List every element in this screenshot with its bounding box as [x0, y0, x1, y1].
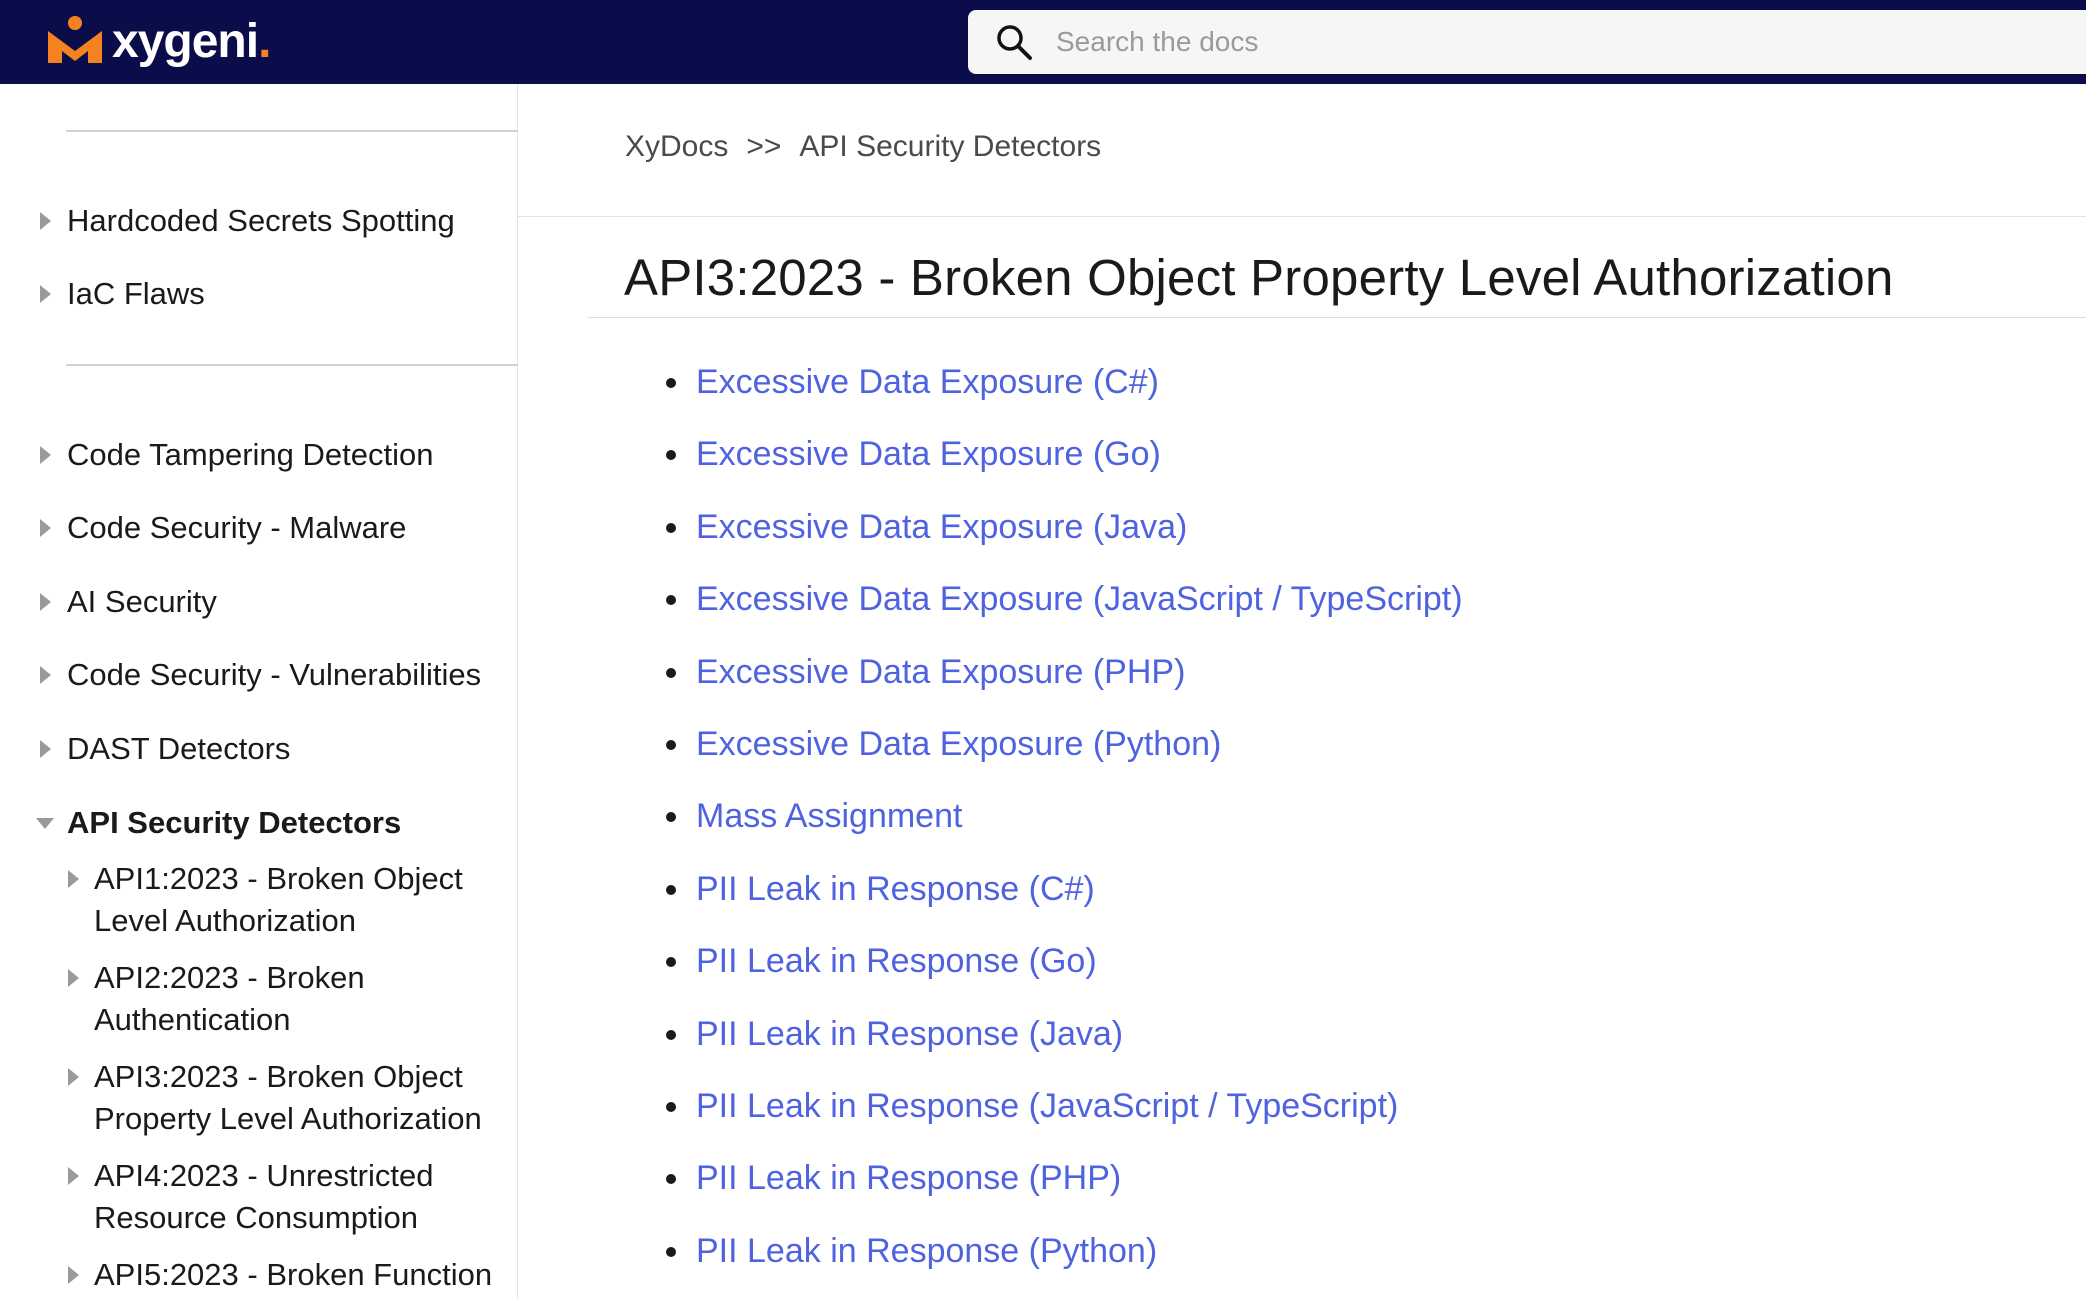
title-divider [588, 317, 2086, 318]
detector-link[interactable]: Excessive Data Exposure (Python) [696, 720, 1221, 768]
caret-right-icon [40, 593, 51, 611]
search-input[interactable] [1056, 26, 1956, 58]
sidebar-subitem-label: API5:2023 - Broken Function [94, 1257, 493, 1292]
logo-text: xygeni. [112, 15, 271, 68]
top-bar: xygeni. [0, 0, 2086, 84]
bullet-icon [666, 884, 676, 895]
breadcrumb-current: API Security Detectors [799, 130, 1102, 163]
detector-link[interactable]: PII Leak in Response (JavaScript / TypeS… [696, 1082, 1398, 1130]
sidebar: Hardcoded Secrets Spotting IaC Flaws Cod… [0, 84, 518, 1298]
caret-right-icon [68, 969, 79, 987]
sidebar-subitem-label: API3:2023 - Broken Object Property Level … [94, 1059, 482, 1136]
caret-right-icon [68, 1167, 79, 1185]
detector-link[interactable]: PII Leak in Response (Go) [696, 937, 1097, 985]
xygeni-logo[interactable]: xygeni. [44, 12, 271, 72]
sidebar-subitem-label: API2:2023 - Broken Authentication [94, 960, 365, 1037]
search-icon [997, 25, 1032, 60]
sidebar-item-label: IaC Flaws [67, 276, 205, 311]
detector-link[interactable]: PII Leak in Response (C#) [696, 865, 1095, 913]
bullet-icon [666, 739, 676, 750]
bullet-icon [666, 595, 676, 606]
sidebar-divider [66, 130, 518, 132]
detector-link[interactable]: Excessive Data Exposure (PHP) [696, 648, 1185, 696]
sidebar-item-label: Hardcoded Secrets Spotting [67, 203, 455, 238]
caret-down-icon [36, 818, 54, 829]
sidebar-divider [66, 364, 518, 366]
sidebar-item-label: AI Security [67, 584, 217, 619]
bullet-icon [666, 1101, 676, 1112]
caret-right-icon [40, 212, 51, 230]
bullet-icon [666, 1029, 676, 1040]
breadcrumb: XyDocs >> API Security Detectors [625, 130, 1101, 164]
sidebar-item-label: Code Tampering Detection [67, 437, 434, 472]
bullet-icon [666, 1246, 676, 1257]
detector-link[interactable]: Excessive Data Exposure (Java) [696, 503, 1187, 551]
breadcrumb-divider [518, 216, 2086, 217]
bullet-icon [666, 450, 676, 461]
sidebar-subitem-label: API1:2023 - Broken Object Level Authoriza… [94, 861, 463, 938]
caret-right-icon [68, 1266, 79, 1284]
caret-right-icon [40, 519, 51, 537]
caret-right-icon [68, 1068, 79, 1086]
breadcrumb-separator: >> [746, 130, 782, 163]
sidebar-item-label: API Security Detectors [67, 805, 402, 840]
caret-right-icon [68, 870, 79, 888]
detector-link[interactable]: PII Leak in Response (Python) [696, 1227, 1157, 1275]
search-box[interactable] [968, 10, 2086, 74]
caret-right-icon [40, 740, 51, 758]
detector-link[interactable]: Excessive Data Exposure (C#) [696, 358, 1159, 406]
detector-link[interactable]: PII Leak in Response (PHP) [696, 1154, 1121, 1202]
page-title: API3:2023 - Broken Object Property Level… [624, 249, 1894, 306]
caret-right-icon [40, 446, 51, 464]
bullet-icon [666, 378, 676, 388]
detector-link[interactable]: PII Leak in Response (Java) [696, 1010, 1123, 1058]
caret-right-icon [40, 285, 51, 303]
breadcrumb-root-link[interactable]: XyDocs [625, 130, 728, 163]
detector-link[interactable]: Excessive Data Exposure (Go) [696, 430, 1161, 478]
bullet-icon [666, 522, 676, 533]
bullet-icon [666, 667, 676, 678]
bullet-icon [666, 812, 676, 823]
bullet-icon [666, 1174, 676, 1185]
detector-link[interactable]: Excessive Data Exposure (JavaScript / Ty… [696, 575, 1463, 623]
sidebar-item-label: Code Security - Malware [67, 510, 407, 545]
caret-right-icon [40, 666, 51, 684]
sidebar-item-label: Code Security - Vulnerabilities [67, 657, 482, 692]
logo-mark-icon [48, 16, 102, 63]
detector-link[interactable]: Mass Assignment [696, 792, 962, 840]
sidebar-item-label: DAST Detectors [67, 731, 291, 766]
bullet-icon [666, 957, 676, 968]
sidebar-subitem-label: API4:2023 - Unrestricted Resource Consump… [94, 1158, 434, 1235]
